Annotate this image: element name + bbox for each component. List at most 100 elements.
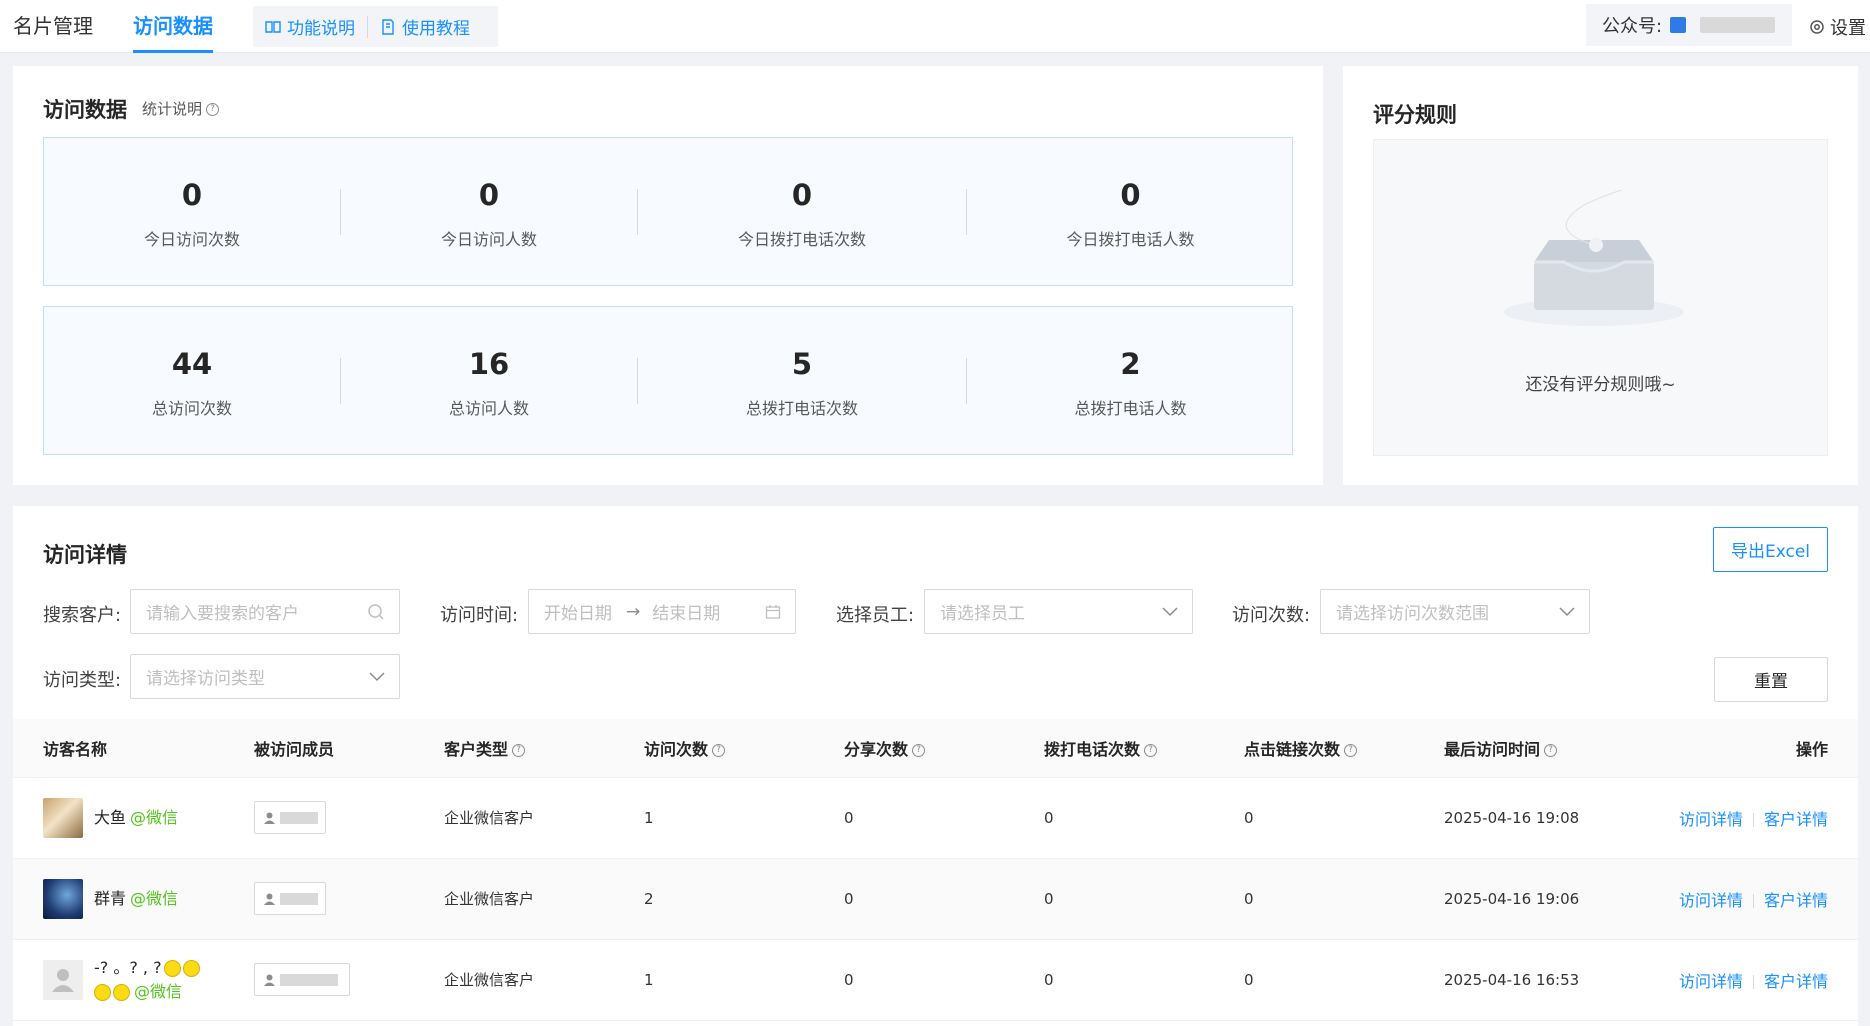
member-tag[interactable] — [254, 963, 350, 996]
settings-button[interactable]: 设置 — [1808, 0, 1866, 53]
tab-visit-data[interactable]: 访问数据 — [133, 0, 213, 53]
table-row: 群青 @微信 企业微信客户 2 0 0 0 2025-04-16 19:06 访问… — [13, 858, 1858, 940]
question-icon[interactable]: ? — [1344, 743, 1358, 757]
visitor-name-text: 群青 — [94, 888, 127, 908]
member-name-redacted — [280, 811, 318, 824]
col-customer-type: 客户类型? — [444, 719, 644, 778]
account-logo-icon — [1670, 17, 1687, 33]
question-icon[interactable]: ? — [712, 743, 726, 757]
customer-detail-link[interactable]: 客户详情 — [1764, 972, 1828, 991]
tutorial-link[interactable]: 使用教程 — [368, 14, 482, 39]
visit-type-select[interactable]: 请选择访问类型 — [130, 654, 400, 699]
reset-button[interactable]: 重置 — [1714, 657, 1828, 702]
empty-state: 还没有评分规则哦~ — [1373, 139, 1828, 456]
calendar-icon — [765, 604, 781, 619]
stat-value: 44 — [171, 347, 213, 381]
col-last-visit-label: 最后访问时间 — [1444, 739, 1541, 759]
staff-filter-label: 选择员工: — [836, 605, 915, 626]
stat-value: 0 — [478, 178, 500, 212]
click-count: 0 — [1244, 777, 1444, 859]
stat-label: 今日拨打电话人数 — [1066, 230, 1195, 249]
divider — [1752, 894, 1754, 908]
customer-filter-label: 搜索客户: — [43, 605, 122, 626]
smile-emoji-icon — [163, 959, 181, 977]
stat-total-visits: 44 总访问次数 — [44, 307, 340, 454]
member-cell — [254, 858, 444, 940]
settings-label: 设置 — [1830, 17, 1866, 39]
search-icon — [368, 603, 384, 620]
chevron-down-icon — [369, 671, 385, 681]
member-tag[interactable] — [254, 801, 326, 834]
time-filter-label: 访问时间: — [440, 605, 519, 626]
account-name-redacted — [1700, 17, 1776, 33]
question-icon[interactable]: ? — [512, 743, 526, 757]
member-tag[interactable] — [254, 882, 326, 915]
stats-title: 访问数据 — [43, 98, 127, 122]
date-range-picker[interactable]: 开始日期 → 结束日期 — [528, 589, 796, 634]
blush-emoji-icon — [182, 959, 200, 977]
user-icon — [264, 812, 275, 824]
arrow-right-icon: → — [626, 601, 641, 622]
actions-cell: 访问详情 客户详情 — [1629, 777, 1858, 859]
start-date-placeholder: 开始日期 — [544, 604, 612, 624]
visitor-name: -? 。? , ? @微信 — [94, 956, 200, 1004]
feature-guide-label: 功能说明 — [287, 19, 355, 39]
share-count: 0 — [844, 858, 1044, 940]
export-excel-button[interactable]: 导出Excel — [1713, 527, 1828, 572]
table-header-row: 访客名称 被访问成员 客户类型? 访问次数? 分享次数? 拨打电话次数? 点击链… — [13, 719, 1858, 778]
customer-search-input[interactable]: 请输入要搜索的客户 — [130, 589, 400, 634]
top-navigation: 名片管理 访问数据 功能说明 使用教程 公众号: 设置 — [0, 0, 1870, 53]
customer-detail-link[interactable]: 客户详情 — [1764, 810, 1828, 829]
question-icon[interactable]: ? — [912, 743, 926, 757]
chevron-down-icon — [1559, 606, 1575, 616]
stats-card: 访问数据 统计说明? 0 今日访问次数 0 今日访问人数 0 今日拨打电话次数 … — [13, 66, 1323, 485]
visitor-name-text: 大鱼 — [94, 807, 127, 827]
customer-detail-link[interactable]: 客户详情 — [1764, 891, 1828, 910]
question-icon[interactable]: ? — [1544, 743, 1558, 757]
visitor-cell: 群青 @微信 — [13, 858, 254, 940]
stat-label: 今日访问次数 — [143, 230, 240, 249]
visit-detail-link[interactable]: 访问详情 — [1679, 810, 1743, 829]
stat-value: 2 — [1120, 347, 1141, 381]
visit-detail-link[interactable]: 访问详情 — [1679, 972, 1743, 991]
question-icon[interactable]: ? — [1144, 743, 1158, 757]
stat-value: 0 — [791, 178, 813, 212]
rules-title: 评分规则 — [1373, 103, 1457, 127]
visit-count-placeholder: 请选择访问次数范围 — [1336, 604, 1489, 624]
empty-text: 还没有评分规则哦~ — [1525, 375, 1676, 395]
call-count: 0 — [1044, 939, 1244, 1021]
staff-select[interactable]: 请选择员工 — [924, 589, 1193, 634]
stat-label: 总拨打电话人数 — [1074, 399, 1187, 418]
last-visit-time: 2025-04-16 19:06 — [1444, 858, 1629, 940]
visit-detail-link[interactable]: 访问详情 — [1679, 891, 1743, 910]
member-cell — [254, 939, 444, 1021]
visitor-cell: -? 。? , ? @微信 — [13, 939, 254, 1021]
col-clicks-label: 点击链接次数 — [1244, 739, 1341, 759]
call-count: 0 — [1044, 777, 1244, 859]
stat-label: 总访问次数 — [151, 399, 232, 418]
actions-cell: 访问详情 客户详情 — [1629, 939, 1858, 1021]
stat-total-calls: 5 总拨打电话次数 — [638, 307, 966, 454]
wechat-source: @微信 — [130, 807, 179, 827]
end-date-placeholder: 结束日期 — [652, 604, 721, 624]
empty-box-icon — [1504, 190, 1684, 326]
stat-label: 今日拨打电话次数 — [737, 230, 866, 249]
visit-type-placeholder: 请选择访问类型 — [146, 669, 265, 689]
visit-table: 访客名称 被访问成员 客户类型? 访问次数? 分享次数? 拨打电话次数? 点击链… — [13, 719, 1858, 1021]
feature-guide-link[interactable]: 功能说明 — [253, 14, 367, 39]
stat-label: 总访问人数 — [448, 399, 529, 418]
customer-type: 企业微信客户 — [444, 777, 644, 859]
call-count: 0 — [1044, 858, 1244, 940]
visit-count-select[interactable]: 请选择访问次数范围 — [1320, 589, 1590, 634]
last-visit-time: 2025-04-16 19:08 — [1444, 777, 1629, 859]
total-stats-box: 44 总访问次数 16 总访问人数 5 总拨打电话次数 2 总拨打电话人数 — [43, 306, 1293, 455]
col-last-visit: 最后访问时间? — [1444, 719, 1629, 778]
stats-note[interactable]: 统计说明? — [142, 98, 220, 119]
member-cell — [254, 777, 444, 859]
customer-type: 企业微信客户 — [444, 858, 644, 940]
visitor-name-text: -? 。? , ? — [94, 957, 162, 977]
tab-card-management[interactable]: 名片管理 — [13, 0, 93, 53]
today-stats-box: 0 今日访问次数 0 今日访问人数 0 今日拨打电话次数 0 今日拨打电话人数 — [43, 137, 1293, 286]
col-visits: 访问次数? — [644, 719, 844, 778]
official-account-selector[interactable]: 公众号: — [1586, 4, 1792, 46]
